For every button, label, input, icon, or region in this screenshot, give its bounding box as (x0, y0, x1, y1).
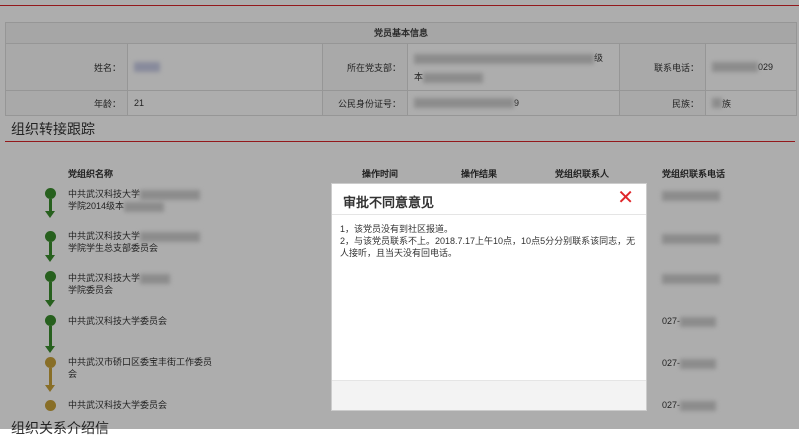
modal-body: 1，该党员没有到社区报道。 2，与该党员联系不上。2018.7.17上午10点，… (332, 215, 646, 379)
opinion-line-1: 1，该党员没有到社区报道。 (340, 224, 454, 234)
opinion-line-2: 2，与该党员联系不上。2018.7.17上午10点，10点5分分别联系该同志，无… (340, 236, 636, 258)
modal-header: 审批不同意意见 ✕ (332, 184, 646, 215)
rejection-opinion-modal: 审批不同意意见 ✕ 1，该党员没有到社区报道。 2，与该党员联系不上。2018.… (331, 183, 647, 411)
modal-title: 审批不同意意见 (343, 195, 435, 210)
modal-footer (332, 380, 646, 410)
close-icon[interactable]: ✕ (617, 188, 634, 208)
